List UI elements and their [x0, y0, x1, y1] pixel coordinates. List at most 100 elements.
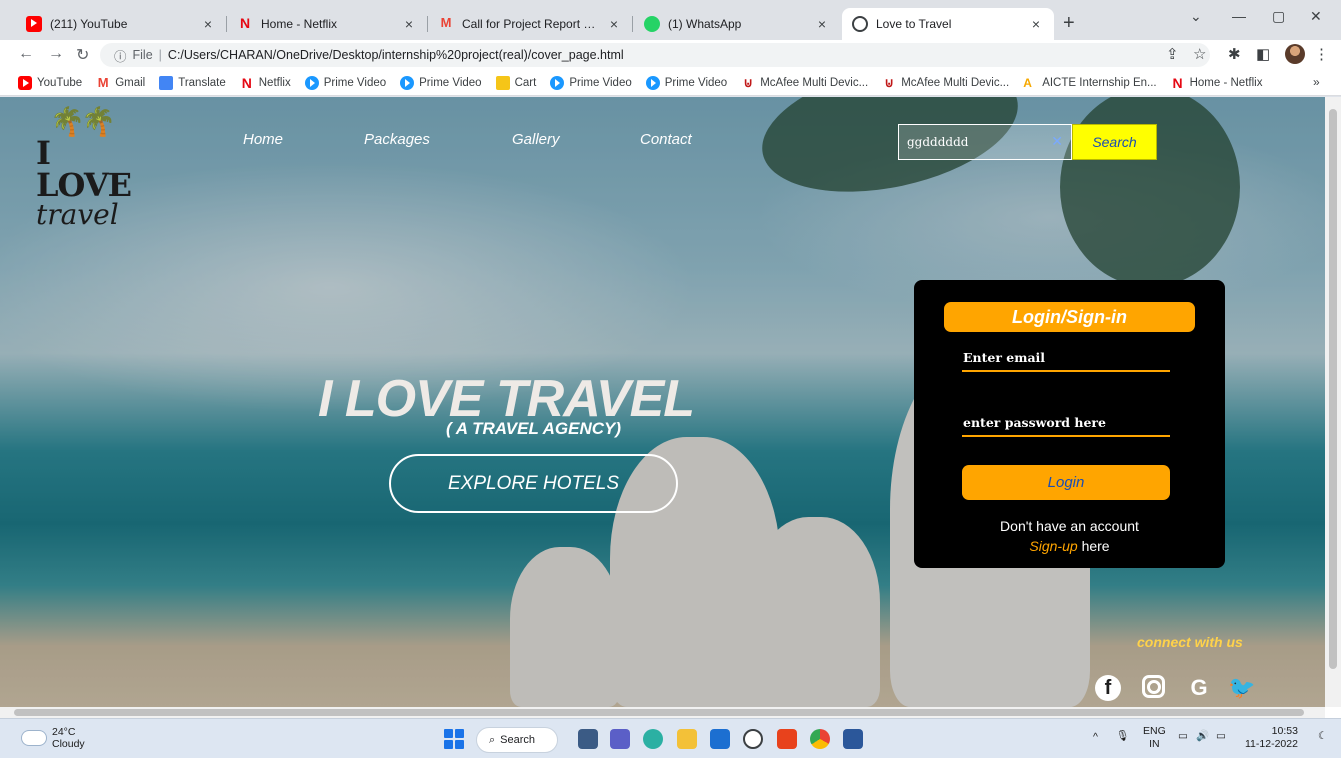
menu-icon[interactable]: ⋮	[1314, 45, 1329, 63]
tab-close-icon[interactable]: ×	[1028, 16, 1044, 32]
nav-gallery[interactable]: Gallery	[512, 131, 560, 148]
scrollbar-corner	[1325, 707, 1341, 718]
email-field[interactable]: Enter email	[962, 346, 1170, 372]
restore-icon[interactable]: ▢	[1272, 8, 1285, 25]
prime-video-icon	[304, 75, 319, 90]
sidepanel-icon[interactable]: ◧	[1256, 45, 1270, 63]
google-icon[interactable]: G	[1186, 675, 1212, 701]
twitter-icon[interactable]: 🐦	[1228, 675, 1255, 701]
login-heading: Login/Sign-in	[944, 302, 1195, 332]
minimize-icon[interactable]: —	[1232, 8, 1246, 24]
tab-close-icon[interactable]: ×	[814, 16, 830, 32]
bookmark-gmail[interactable]: M Gmail	[96, 74, 145, 90]
bookmark-translate[interactable]: Translate	[159, 75, 226, 90]
tab-search-icon[interactable]: ⌄	[1190, 8, 1202, 25]
vertical-scrollbar[interactable]	[1325, 97, 1341, 707]
volume-icon[interactable]: 🔊	[1196, 730, 1209, 743]
tab-close-icon[interactable]: ×	[200, 16, 216, 32]
clock-time: 10:53	[1271, 725, 1298, 737]
microphone-icon[interactable]: 🎙	[1116, 730, 1129, 743]
hero-subtitle: ( A TRAVEL AGENCY)	[446, 419, 622, 438]
explore-hotels-button[interactable]: EXPLORE HOTELS	[389, 454, 678, 513]
new-tab-button[interactable]: +	[1063, 12, 1075, 35]
weather-widget[interactable]: 24°C Cloudy	[22, 726, 85, 750]
password-field[interactable]: enter password here	[962, 411, 1170, 437]
mail-icon[interactable]	[710, 729, 730, 749]
tab-whatsapp[interactable]: (1) WhatsApp ×	[634, 8, 840, 40]
clear-search-icon[interactable]: ✕	[1051, 134, 1063, 150]
tab-love-to-travel[interactable]: Love to Travel ×	[842, 8, 1054, 40]
gmail-icon: M	[97, 74, 109, 90]
notifications-icon[interactable]: ☾	[1318, 730, 1327, 743]
tab-netflix[interactable]: N Home - Netflix ×	[227, 8, 427, 40]
teams-icon[interactable]	[610, 729, 630, 749]
bookmark-mcafee[interactable]: ⊍ McAfee Multi Devic...	[882, 75, 1009, 90]
tab-youtube[interactable]: (211) YouTube ×	[16, 8, 226, 40]
bookmark-prime-video[interactable]: Prime Video	[645, 75, 727, 90]
edge-icon[interactable]	[643, 729, 663, 749]
bookmark-youtube[interactable]: YouTube	[18, 75, 82, 90]
bookmark-cart[interactable]: Cart	[495, 75, 536, 90]
bookmark-mcafee[interactable]: ⊍ McAfee Multi Devic...	[741, 74, 868, 90]
tab-close-icon[interactable]: ×	[606, 16, 622, 32]
signup-suffix: here	[1081, 538, 1110, 554]
address-bar[interactable]: ⓘ File | C:/Users/CHARAN/OneDrive/Deskto…	[100, 43, 1210, 67]
signup-link[interactable]: Sign-up	[1029, 538, 1077, 554]
office-icon[interactable]	[777, 729, 797, 749]
login-button[interactable]: Login	[962, 465, 1170, 500]
reload-icon[interactable]: ↻	[76, 45, 89, 65]
bookmark-aicte[interactable]: A AICTE Internship En...	[1023, 76, 1156, 90]
browser-toolbar: ← → ↻ ⓘ File | C:/Users/CHARAN/OneDrive/…	[0, 40, 1341, 70]
nav-packages[interactable]: Packages	[364, 131, 430, 148]
chrome-icon[interactable]	[810, 729, 830, 749]
tab-title: Home - Netflix	[261, 17, 338, 31]
bookmarks-bar: YouTube M Gmail Translate N Netflix Prime …	[0, 70, 1341, 96]
info-icon[interactable]: ⓘ	[114, 46, 127, 65]
nav-home[interactable]: Home	[243, 131, 283, 148]
window-close-icon[interactable]: ✕	[1310, 8, 1322, 25]
site-search: ggdddddd ✕ Search	[898, 124, 1157, 160]
back-icon[interactable]: ←	[18, 45, 34, 63]
language-indicator[interactable]: ENG IN	[1143, 725, 1166, 751]
profile-avatar[interactable]	[1285, 44, 1305, 64]
netflix-icon: N	[239, 15, 251, 31]
bookmarks-overflow-icon[interactable]: »	[1313, 75, 1320, 89]
network-icon[interactable]: ▭	[1178, 730, 1188, 743]
file-explorer-icon[interactable]	[677, 729, 697, 749]
bookmark-prime-video[interactable]: Prime Video	[550, 75, 632, 90]
bookmark-netflix[interactable]: N Netflix	[240, 76, 291, 90]
dell-icon[interactable]	[743, 729, 763, 749]
facebook-icon[interactable]: f	[1095, 675, 1121, 701]
nav-contact[interactable]: Contact	[640, 131, 692, 148]
no-account-text: Don't have an account	[1000, 518, 1139, 534]
taskbar-search[interactable]: ⌕ Search	[476, 727, 558, 753]
bookmark-prime-video[interactable]: Prime Video	[400, 75, 482, 90]
mcafee-icon: ⊍	[743, 74, 753, 90]
forward-icon[interactable]: →	[48, 45, 64, 63]
extensions-icon[interactable]: ✱	[1228, 45, 1241, 63]
clock[interactable]: 10:53 11-12-2022	[1245, 725, 1298, 751]
logo-mark-script: travel	[36, 198, 119, 231]
bookmark-netflix-home[interactable]: N Home - Netflix	[1171, 76, 1263, 90]
task-view-icon[interactable]	[578, 729, 598, 749]
share-icon[interactable]: ⇪	[1166, 45, 1179, 63]
bookmark-label: Prime Video	[419, 76, 482, 89]
language-line2: IN	[1149, 738, 1160, 750]
tab-gmail[interactable]: M Call for Project Report Submission ×	[428, 8, 632, 40]
battery-icon[interactable]: ▭	[1216, 730, 1226, 743]
scheme-separator: |	[158, 48, 162, 62]
cart-icon	[495, 75, 510, 90]
bookmark-prime-video[interactable]: Prime Video	[304, 75, 386, 90]
word-icon[interactable]	[843, 729, 863, 749]
search-button[interactable]: Search	[1072, 124, 1157, 160]
vertical-scroll-thumb[interactable]	[1329, 109, 1337, 669]
search-input[interactable]: ggdddddd ✕	[898, 124, 1072, 160]
horizontal-scroll-thumb[interactable]	[14, 709, 1304, 716]
site-logo[interactable]: 🌴🌴 I LOVE travel	[36, 107, 132, 247]
bookmark-star-icon[interactable]: ☆	[1193, 45, 1206, 63]
start-button[interactable]	[444, 729, 464, 749]
horizontal-scrollbar[interactable]	[0, 707, 1325, 718]
instagram-icon[interactable]	[1142, 675, 1165, 698]
tab-close-icon[interactable]: ×	[401, 16, 417, 32]
tray-overflow-icon[interactable]: ^	[1093, 731, 1098, 744]
